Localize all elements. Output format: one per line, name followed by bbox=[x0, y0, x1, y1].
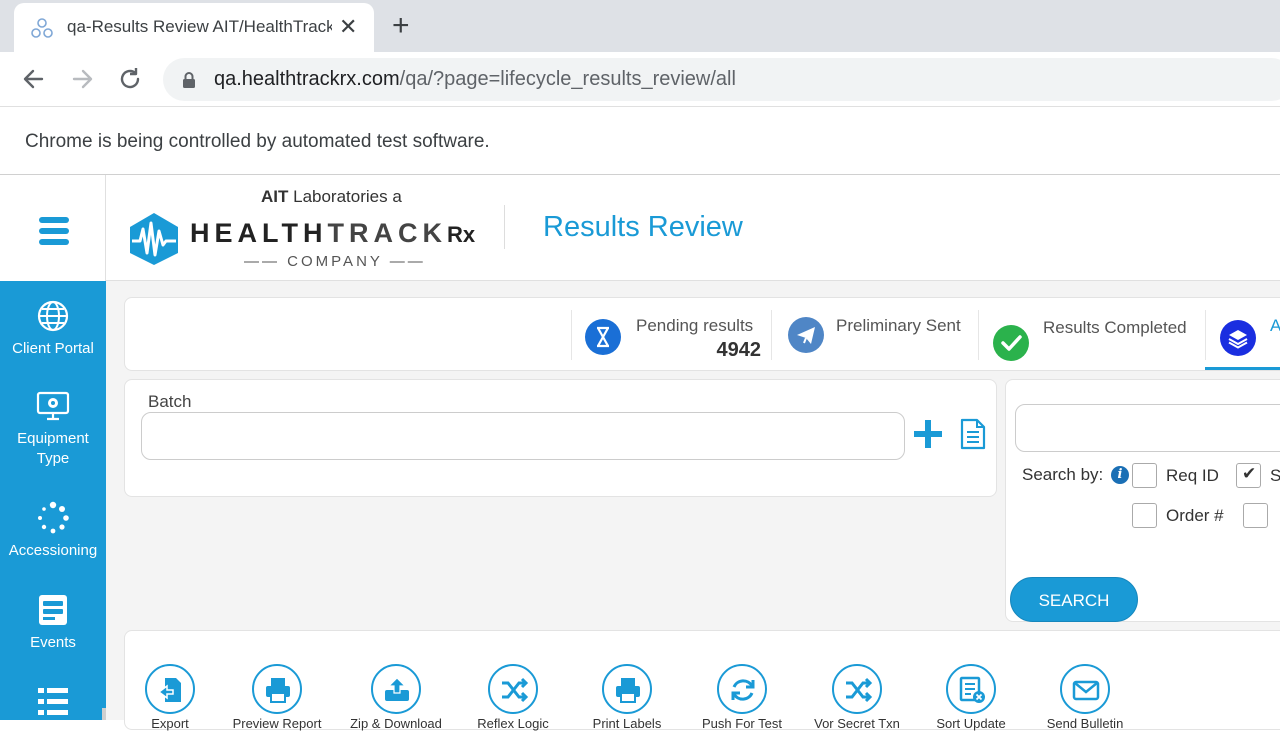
search-card: Search by: i Req ID ✔ S Order # SEARCH bbox=[1005, 379, 1280, 622]
globe-icon bbox=[37, 300, 69, 332]
sidebar-item-label: Accessioning bbox=[8, 542, 98, 559]
action-sort-update[interactable]: Sort Update bbox=[911, 664, 1031, 731]
url-host: qa.healthtrackrx.com bbox=[214, 68, 400, 90]
sidebar-item-list[interactable] bbox=[0, 685, 106, 725]
printer-icon bbox=[252, 664, 302, 714]
searchby-label: Search by: bbox=[1022, 465, 1104, 484]
checkbox-fourth-option[interactable] bbox=[1243, 503, 1268, 528]
hourglass-icon bbox=[585, 319, 621, 355]
sidebar-item-events[interactable]: Events bbox=[0, 593, 106, 653]
browser-tab[interactable]: qa-Results Review AIT/HealthTrackRx ✕ bbox=[14, 3, 374, 52]
info-icon[interactable]: i bbox=[1111, 466, 1129, 484]
action-export[interactable]: Export bbox=[110, 664, 230, 731]
favicon-icon bbox=[31, 18, 53, 38]
action-vor-secret-txn[interactable]: Vor Secret Txn bbox=[797, 664, 917, 731]
app-header: AIT Laboratories a HEALTHTRACKRx —— COMP… bbox=[0, 175, 1280, 281]
checkbox-order-number-label: Order # bbox=[1166, 506, 1224, 525]
status-divider bbox=[978, 310, 979, 360]
list-icon bbox=[38, 688, 68, 715]
status-preliminary-sent[interactable]: Preliminary Sent bbox=[788, 298, 978, 370]
status-divider bbox=[571, 310, 572, 360]
checkbox-order-number[interactable] bbox=[1132, 503, 1157, 528]
status-divider bbox=[771, 310, 772, 360]
browser-tabstrip: qa-Results Review AIT/HealthTrackRx ✕ + bbox=[0, 0, 1280, 52]
checkbox-req-id[interactable] bbox=[1132, 463, 1157, 488]
header-divider bbox=[504, 205, 505, 249]
status-all[interactable]: A bbox=[1220, 298, 1280, 370]
checkbox-second-option-label: S bbox=[1270, 466, 1280, 485]
document-cancel-icon bbox=[946, 664, 996, 714]
logo-top-text: AIT Laboratories a bbox=[261, 187, 402, 206]
action-print-labels[interactable]: Print Labels bbox=[567, 664, 687, 731]
batch-card: Batch bbox=[124, 379, 997, 497]
checkmark-icon: ✔ bbox=[1242, 464, 1257, 483]
address-bar[interactable]: qa.healthtrackrx.com/qa/?page=lifecycle_… bbox=[163, 58, 1280, 101]
sidebar-item-accessioning[interactable]: Accessioning bbox=[0, 501, 106, 561]
spinner-icon bbox=[38, 501, 69, 534]
tab-close-icon[interactable]: ✕ bbox=[339, 15, 357, 39]
action-reflex-logic[interactable]: Reflex Logic bbox=[453, 664, 573, 731]
search-button[interactable]: SEARCH bbox=[1010, 577, 1138, 622]
active-tab-underline bbox=[1205, 367, 1280, 370]
page-title: Results Review bbox=[543, 211, 743, 243]
refresh-icon bbox=[717, 664, 767, 714]
server-list-icon bbox=[39, 595, 67, 625]
healthtrackrx-logo: AIT Laboratories a HEALTHTRACKRx —— COMP… bbox=[126, 183, 486, 275]
printer-icon bbox=[602, 664, 652, 714]
logo-company-text: —— COMPANY —— bbox=[244, 253, 426, 270]
layers-icon bbox=[1220, 320, 1256, 356]
infobar-text: Chrome is being controlled by automated … bbox=[25, 131, 490, 152]
shuffle-icon bbox=[832, 664, 882, 714]
lock-icon[interactable] bbox=[181, 71, 197, 89]
new-tab-icon[interactable]: + bbox=[392, 11, 410, 41]
reload-icon[interactable] bbox=[116, 65, 144, 93]
action-push-for-test[interactable]: Push For Test bbox=[682, 664, 802, 731]
search-input[interactable] bbox=[1015, 404, 1280, 452]
actions-toolbar: Export Preview Report Zip & Download Ref… bbox=[124, 630, 1280, 731]
sidebar-item-label: Client Portal bbox=[12, 340, 94, 357]
all-label: A bbox=[1270, 316, 1280, 335]
browser-toolbar: qa.healthtrackrx.com/qa/?page=lifecycle_… bbox=[0, 52, 1280, 107]
upload-icon bbox=[371, 664, 421, 714]
sidebar-item-equipment-type[interactable]: Equipment Type bbox=[0, 389, 106, 469]
logo-mark-icon bbox=[130, 213, 178, 265]
envelope-icon bbox=[1060, 664, 1110, 714]
batch-label: Batch bbox=[148, 392, 192, 411]
paper-plane-icon bbox=[788, 317, 824, 353]
shuffle-icon bbox=[488, 664, 538, 714]
export-icon bbox=[145, 664, 195, 714]
action-preview-report[interactable]: Preview Report bbox=[217, 664, 337, 731]
url-text: qa.healthtrackrx.com/qa/?page=lifecycle_… bbox=[214, 68, 736, 91]
sidebar-item-client-portal[interactable]: Client Portal bbox=[0, 299, 106, 359]
sidebar-item-label: Events bbox=[30, 634, 76, 651]
sidebar-item-label: Equipment Type bbox=[17, 430, 89, 467]
automation-infobar: Chrome is being controlled by automated … bbox=[0, 107, 1280, 175]
pending-label: Pending results bbox=[636, 316, 754, 335]
document-icon[interactable] bbox=[960, 418, 986, 450]
check-circle-icon bbox=[993, 325, 1029, 361]
url-path: /qa/?page=lifecycle_results_review/all bbox=[399, 68, 736, 90]
logo-main-text: HEALTHTRACKRx bbox=[190, 218, 476, 248]
completed-label: Results Completed bbox=[1043, 318, 1187, 337]
add-batch-icon[interactable] bbox=[912, 418, 944, 450]
tab-title: qa-Results Review AIT/HealthTrackRx bbox=[67, 17, 332, 36]
action-send-bulletin[interactable]: Send Bulletin bbox=[1025, 664, 1145, 731]
status-pending-results[interactable]: Pending results 4942 bbox=[585, 298, 771, 370]
checkbox-req-id-label: Req ID bbox=[1166, 466, 1219, 485]
batch-input[interactable] bbox=[141, 412, 905, 460]
sidebar: Client Portal Equipment Type Accessionin… bbox=[0, 281, 106, 720]
back-icon[interactable] bbox=[20, 65, 48, 93]
status-divider bbox=[1205, 310, 1206, 360]
menu-toggle[interactable] bbox=[0, 175, 106, 281]
preliminary-label: Preliminary Sent bbox=[836, 316, 961, 335]
pending-count: 4942 bbox=[716, 339, 762, 361]
monitor-gear-icon bbox=[36, 391, 70, 421]
status-summary-card: Pending results 4942 Preliminary Sent Re… bbox=[124, 297, 1280, 371]
action-zip-download[interactable]: Zip & Download bbox=[336, 664, 456, 731]
forward-icon[interactable] bbox=[68, 65, 96, 93]
hamburger-icon[interactable] bbox=[39, 217, 69, 245]
checkbox-second-option[interactable]: ✔ bbox=[1236, 463, 1261, 488]
status-results-completed[interactable]: Results Completed bbox=[993, 298, 1203, 370]
